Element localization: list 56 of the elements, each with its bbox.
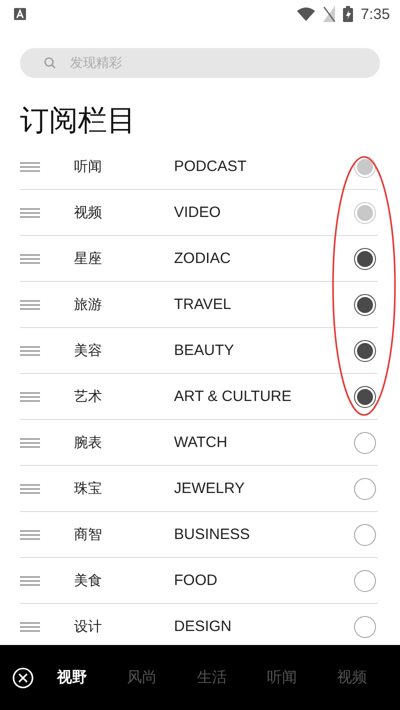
battery-charging-icon (342, 6, 353, 22)
channel-name: 设计 (73, 618, 103, 636)
channel-name: 听闻 (73, 158, 103, 176)
drag-handle-icon[interactable] (20, 300, 40, 310)
drag-handle-icon[interactable] (20, 208, 40, 218)
drag-handle-icon[interactable] (20, 346, 40, 356)
channel-english-name: ART & CULTURE (174, 388, 293, 405)
radio-button[interactable] (354, 570, 376, 592)
radio-button[interactable] (354, 478, 376, 500)
notification-icon (14, 8, 26, 20)
channel-name: 珠宝 (73, 480, 103, 498)
channel-name: 商智 (73, 526, 103, 544)
channel-english-name: TRAVEL (174, 296, 232, 313)
status-time: 7:35 (360, 6, 390, 22)
channel-name: 美容 (73, 342, 103, 360)
nav-tab[interactable]: 听闻 (256, 668, 308, 687)
nav-tab[interactable]: 视野 (46, 668, 98, 687)
channel-english-name: JEWELRY (174, 480, 246, 497)
radio-button[interactable] (354, 248, 376, 270)
radio-button[interactable] (354, 432, 376, 454)
channel-name: 旅游 (73, 296, 103, 314)
channel-name: 视频 (73, 204, 103, 222)
radio-button[interactable] (354, 616, 376, 638)
channel-english-name: WATCH (174, 434, 228, 451)
nav-tab[interactable]: 生活 (186, 668, 238, 687)
drag-handle-icon[interactable] (20, 576, 40, 586)
radio-button[interactable] (354, 340, 376, 362)
channel-english-name: PODCAST (174, 158, 248, 175)
channel-name: 星座 (73, 250, 103, 268)
search-icon (44, 57, 56, 69)
channel-name: 美食 (73, 572, 103, 590)
channel-english-name: ZODIAC (174, 250, 232, 267)
radio-button[interactable] (354, 294, 376, 316)
drag-handle-icon[interactable] (20, 392, 40, 402)
wifi-icon (296, 7, 315, 21)
close-icon[interactable] (12, 666, 34, 688)
channel-name: 艺术 (73, 388, 103, 406)
channel-english-name: DESIGN (174, 618, 233, 635)
page-title: 订阅栏目 (20, 102, 137, 139)
drag-handle-icon[interactable] (20, 530, 40, 540)
channel-english-name: BEAUTY (174, 342, 236, 359)
channel-english-name: VIDEO (174, 204, 222, 221)
channel-english-name: BUSINESS (174, 526, 251, 543)
channel-name: 腕表 (73, 434, 103, 452)
nav-tab[interactable]: 视频 (326, 668, 378, 687)
drag-handle-icon[interactable] (20, 484, 40, 494)
drag-handle-icon[interactable] (20, 438, 40, 448)
drag-handle-icon[interactable] (20, 162, 40, 172)
drag-handle-icon[interactable] (20, 254, 40, 264)
search-field[interactable]: 发现精彩 (20, 48, 380, 78)
radio-button[interactable] (354, 386, 376, 408)
channel-english-name: FOOD (174, 572, 218, 589)
drag-handle-icon[interactable] (20, 622, 40, 632)
radio-button[interactable] (354, 524, 376, 546)
nav-tab[interactable]: 风尚 (116, 668, 168, 687)
no-signal-icon (322, 6, 335, 22)
